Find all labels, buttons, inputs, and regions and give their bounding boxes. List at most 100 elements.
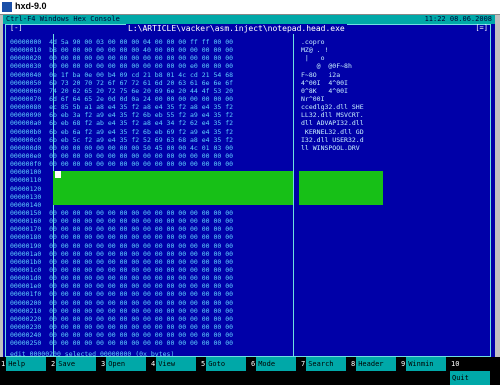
row-hex-bytes[interactable]: 74 20 62 65 20 72 75 6e 20 69 6e 20 44 4… [49, 87, 233, 95]
ascii-row[interactable]: 4^00I 4^00I [301, 79, 381, 87]
table-row[interactable]: 00000040 0e 1f ba 0e 00 b4 09 cd 21 b8 0… [10, 71, 300, 79]
table-row[interactable]: 000001b0 00 00 00 00 00 00 00 00 00 00 0… [10, 258, 300, 266]
row-hex-bytes[interactable]: 00 00 00 00 00 00 00 00 00 00 00 00 00 0… [49, 331, 233, 339]
row-offset: 00000220 [10, 314, 42, 323]
table-row[interactable]: 00000190 00 00 00 00 00 00 00 00 00 00 0… [10, 242, 300, 250]
row-hex-bytes[interactable]: 4d 5a 90 00 03 00 00 00 04 00 00 00 ff f… [49, 38, 233, 46]
fkey-save[interactable]: 2 Save [50, 357, 97, 371]
table-row[interactable]: 000001d0 00 00 00 00 00 00 00 00 00 00 0… [10, 274, 300, 282]
zoom-box[interactable]: [=] [475, 24, 488, 33]
fkey-open[interactable]: 3 Open [100, 357, 147, 371]
row-hex-bytes[interactable]: 00 00 00 00 00 00 00 00 00 00 00 00 00 0… [49, 339, 233, 347]
table-row[interactable]: 00000010 b8 00 00 00 00 00 00 00 40 00 0… [10, 46, 300, 54]
ascii-row[interactable]: Nr^00I [301, 95, 381, 103]
row-hex-bytes[interactable]: 6d 6f 64 65 2e 0d 0d 0a 24 00 00 00 00 0… [49, 95, 233, 103]
table-row[interactable]: 00000080 ec 85 5b a1 a8 e4 35 f2 a8 e4 3… [10, 103, 300, 111]
table-row[interactable]: 00000230 00 00 00 00 00 00 00 00 00 00 0… [10, 323, 300, 331]
table-row[interactable]: 00000240 00 00 00 00 00 00 00 00 00 00 0… [10, 331, 300, 339]
fkey-header[interactable]: 8 Header [350, 357, 397, 371]
table-row[interactable]: 000000a0 6b eb 68 f2 ab e4 35 f2 a8 e4 3… [10, 119, 300, 127]
table-row[interactable]: 00000000 4d 5a 90 00 03 00 00 00 04 00 0… [10, 38, 300, 46]
row-hex-bytes[interactable]: 00 00 00 00 00 00 00 00 00 00 00 00 00 0… [49, 282, 233, 290]
fkey-winmin[interactable]: 9 Winmin [400, 357, 447, 371]
ascii-row[interactable]: dll ADVAPI32.dll [301, 119, 381, 127]
row-hex-bytes[interactable]: b8 00 00 00 00 00 00 00 40 00 00 00 00 0… [49, 46, 233, 54]
row-hex-bytes[interactable]: 00 00 00 00 00 00 00 00 00 00 00 00 00 0… [49, 315, 233, 323]
row-hex-bytes[interactable]: 00 00 00 00 00 00 00 00 00 00 00 00 00 0… [49, 54, 233, 62]
ascii-row[interactable]: F~8O i2a [301, 71, 381, 79]
title-bar[interactable]: hxd-9.0 [0, 0, 500, 15]
table-row[interactable]: 000001a0 00 00 00 00 00 00 00 00 00 00 0… [10, 250, 300, 258]
row-hex-bytes[interactable]: 6b eb 3a f2 a9 e4 35 f2 6b eb 55 f2 a9 e… [49, 111, 233, 119]
row-hex-bytes[interactable]: 69 73 20 70 72 6f 67 72 61 6d 20 63 61 6… [49, 79, 233, 87]
ascii-row[interactable]: ll WINSPOOL.DRV [301, 144, 381, 152]
row-hex-bytes[interactable]: 6b eb 5c f2 a9 e4 35 f2 52 69 63 68 a8 e… [49, 136, 233, 144]
row-hex-bytes[interactable]: 0e 1f ba 0e 00 b4 09 cd 21 b8 01 4c cd 2… [49, 71, 233, 79]
row-hex-bytes[interactable]: 00 00 00 00 00 00 00 00 00 00 00 00 00 0… [49, 274, 233, 282]
row-hex-bytes[interactable]: 00 00 00 00 00 00 00 00 00 00 00 00 00 0… [49, 258, 233, 266]
row-hex-bytes[interactable]: 00 00 00 00 00 00 00 00 00 00 00 00 00 0… [49, 233, 233, 241]
close-box[interactable]: [-] [10, 24, 23, 33]
row-offset: 00000150 [10, 208, 42, 217]
hex-selection[interactable] [53, 171, 293, 205]
ascii-row[interactable] [301, 152, 381, 160]
fkey-label: Header [356, 357, 397, 371]
table-row[interactable]: 00000250 00 00 00 00 00 00 00 00 00 00 0… [10, 339, 300, 347]
table-row[interactable]: 00000210 00 00 00 00 00 00 00 00 00 00 0… [10, 307, 300, 315]
ascii-row[interactable]: KERNEL32.dll GD [301, 128, 381, 136]
table-row[interactable]: 00000200 00 00 00 00 00 00 00 00 00 00 0… [10, 299, 300, 307]
table-row[interactable]: 00000090 6b eb 3a f2 a9 e4 35 f2 6b eb 5… [10, 111, 300, 119]
row-hex-bytes[interactable]: 00 00 00 00 00 00 00 00 00 00 00 00 00 0… [49, 307, 233, 315]
row-hex-bytes[interactable]: 00 00 00 00 00 00 00 00 00 00 00 00 00 0… [49, 242, 233, 250]
ascii-row[interactable]: MZ@ . ! [301, 46, 381, 54]
table-row[interactable]: 00000160 00 00 00 00 00 00 00 00 00 00 0… [10, 217, 300, 225]
table-row[interactable]: 00000170 00 00 00 00 00 00 00 00 00 00 0… [10, 225, 300, 233]
row-hex-bytes[interactable]: 00 00 00 00 00 00 00 00 00 00 00 00 e0 0… [49, 62, 233, 70]
table-row[interactable]: 00000060 74 20 62 65 20 72 75 6e 20 69 6… [10, 87, 300, 95]
row-hex-bytes[interactable]: 00 00 00 00 00 00 00 00 00 00 00 00 00 0… [49, 160, 233, 168]
ascii-row[interactable]: ccedlg32.dll SHE [301, 103, 381, 111]
row-hex-bytes[interactable]: 6b eb 68 f2 ab e4 35 f2 a8 e4 34 f2 62 e… [49, 119, 233, 127]
table-row[interactable]: 00000070 6d 6f 64 65 2e 0d 0d 0a 24 00 0… [10, 95, 300, 103]
fkey-mode[interactable]: 6 Mode [250, 357, 297, 371]
table-row[interactable]: 00000020 00 00 00 00 00 00 00 00 00 00 0… [10, 54, 300, 62]
ascii-row[interactable]: @ @0F~8h [301, 62, 381, 70]
table-row[interactable]: 00000180 00 00 00 00 00 00 00 00 00 00 0… [10, 233, 300, 241]
fkey-view[interactable]: 4 View [150, 357, 197, 371]
fkey-search[interactable]: 7 Search [300, 357, 347, 371]
row-hex-bytes[interactable]: 00 00 00 00 00 00 00 00 00 00 00 00 00 0… [49, 209, 233, 217]
row-hex-bytes[interactable]: ec 85 5b a1 a8 e4 35 f2 a8 e4 35 f2 a8 e… [49, 103, 233, 111]
table-row[interactable]: 00000030 00 00 00 00 00 00 00 00 00 00 0… [10, 62, 300, 70]
row-hex-bytes[interactable]: 00 00 00 00 00 00 00 00 50 45 00 00 4c 0… [49, 144, 233, 152]
row-hex-bytes[interactable]: 00 00 00 00 00 00 00 00 00 00 00 00 00 0… [49, 266, 233, 274]
fkey-goto[interactable]: 5 Goto [200, 357, 247, 371]
table-row[interactable]: 000000d0 00 00 00 00 00 00 00 00 50 45 0… [10, 144, 300, 152]
table-row[interactable]: 000000e0 00 00 00 00 00 00 00 00 00 00 0… [10, 152, 300, 160]
table-row[interactable]: 00000150 00 00 00 00 00 00 00 00 00 00 0… [10, 209, 300, 217]
row-hex-bytes[interactable]: 00 00 00 00 00 00 00 00 00 00 00 00 00 0… [49, 152, 233, 160]
row-hex-bytes[interactable]: 00 00 00 00 00 00 00 00 00 00 00 00 00 0… [49, 217, 233, 225]
row-hex-bytes[interactable]: 00 00 00 00 00 00 00 00 00 00 00 00 00 0… [49, 250, 233, 258]
row-hex-bytes[interactable]: 00 00 00 00 00 00 00 00 00 00 00 00 00 0… [49, 290, 233, 298]
fkey-quit[interactable]: 10 Quit [450, 357, 500, 385]
table-row[interactable]: 000000c0 6b eb 5c f2 a9 e4 35 f2 52 69 6… [10, 136, 300, 144]
row-hex-bytes[interactable]: 00 00 00 00 00 00 00 00 00 00 00 00 00 0… [49, 299, 233, 307]
ascii-row[interactable]: 0^8K 4^00I [301, 87, 381, 95]
table-row[interactable]: 000001c0 00 00 00 00 00 00 00 00 00 00 0… [10, 266, 300, 274]
ascii-pane[interactable]: .copro MZ@ . ! | o @ @0F~8h F~8O i2a 4^00… [301, 38, 381, 176]
ascii-row[interactable]: LL32.dll MSVCRT. [301, 111, 381, 119]
ascii-row[interactable] [301, 160, 381, 168]
ascii-row[interactable]: I32.dll USER32.d [301, 136, 381, 144]
table-row[interactable]: 00000050 69 73 20 70 72 6f 67 72 61 6d 2… [10, 79, 300, 87]
ascii-selection[interactable] [299, 171, 383, 205]
ascii-row[interactable]: | o [301, 54, 381, 62]
fkey-help[interactable]: 1 Help [0, 357, 47, 371]
table-row[interactable]: 000001e0 00 00 00 00 00 00 00 00 00 00 0… [10, 282, 300, 290]
table-row[interactable]: 000001f0 00 00 00 00 00 00 00 00 00 00 0… [10, 290, 300, 298]
row-hex-bytes[interactable]: 6b eb 6a f2 a9 e4 35 f2 6b eb 69 f2 a9 e… [49, 128, 233, 136]
table-row[interactable]: 000000f0 00 00 00 00 00 00 00 00 00 00 0… [10, 160, 300, 168]
table-row[interactable]: 000000b0 6b eb 6a f2 a9 e4 35 f2 6b eb 6… [10, 128, 300, 136]
row-hex-bytes[interactable]: 00 00 00 00 00 00 00 00 00 00 00 00 00 0… [49, 225, 233, 233]
table-row[interactable]: 00000220 00 00 00 00 00 00 00 00 00 00 0… [10, 315, 300, 323]
row-hex-bytes[interactable]: 00 00 00 00 00 00 00 00 00 00 00 00 00 0… [49, 323, 233, 331]
